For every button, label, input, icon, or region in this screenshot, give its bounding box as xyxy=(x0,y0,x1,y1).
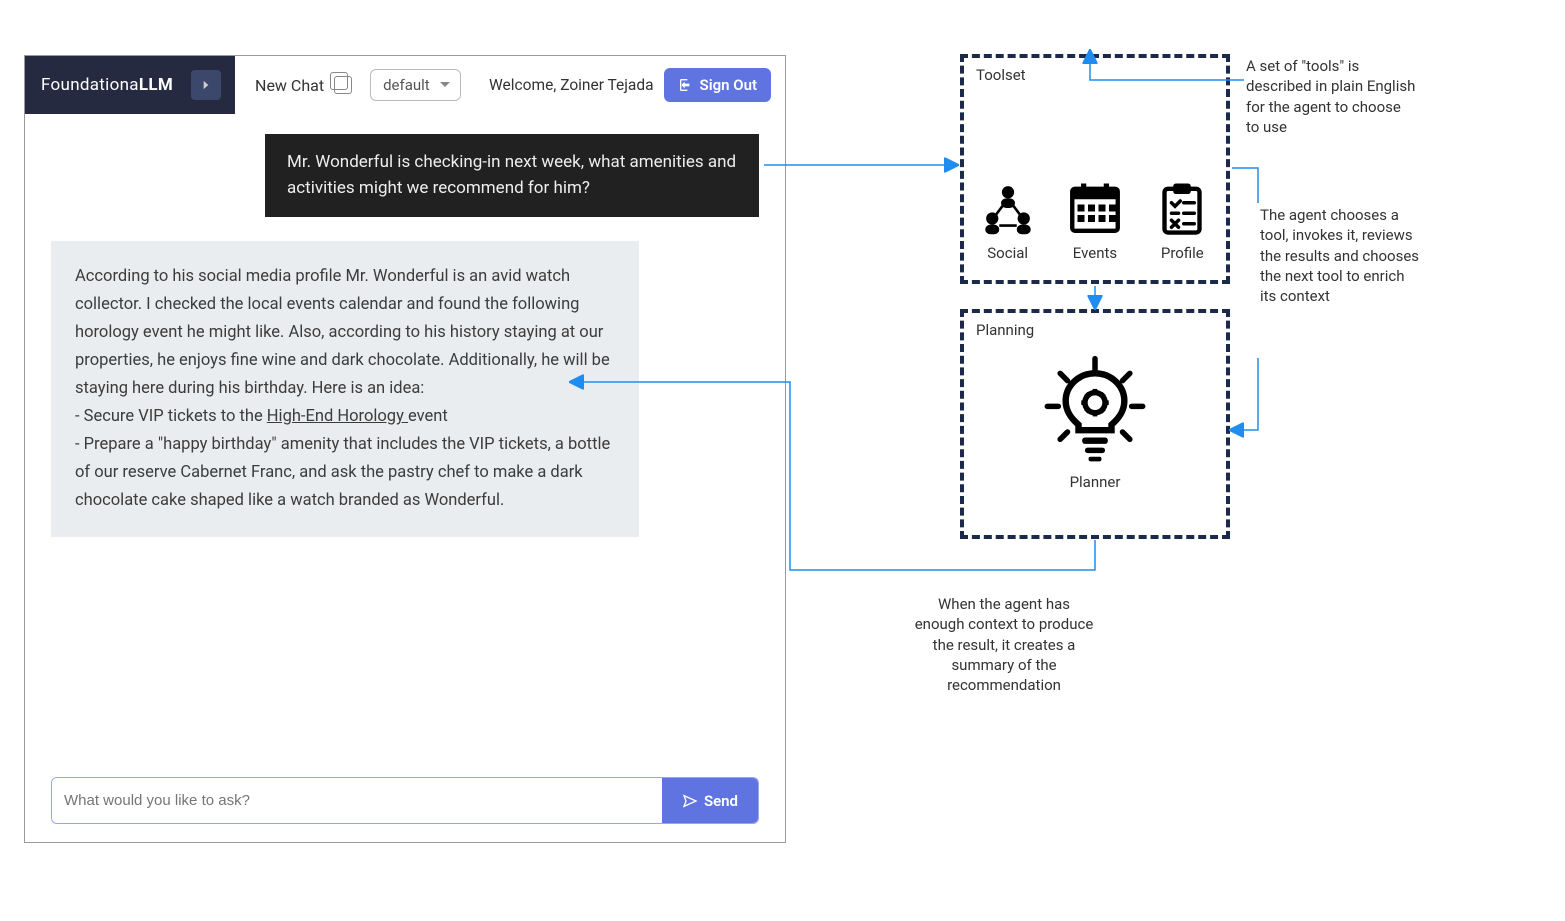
collapse-sidebar-button[interactable] xyxy=(191,70,221,100)
caption-result: When the agent has enough context to pro… xyxy=(914,594,1094,695)
tool-events: Events xyxy=(1067,180,1123,262)
assistant-line1c: event xyxy=(408,407,448,426)
caption-loop: The agent chooses a tool, invokes it, re… xyxy=(1260,205,1420,306)
send-icon xyxy=(682,793,698,809)
caption-toolset: A set of "tools" is described in plain E… xyxy=(1246,56,1416,137)
tool-social: Social xyxy=(980,180,1036,262)
calendar-icon xyxy=(1067,180,1123,236)
tool-events-label: Events xyxy=(1073,244,1117,262)
tools-row: Social Events xyxy=(964,180,1226,262)
topbar-right: New Chat default Welcome, Zoiner Tejada … xyxy=(235,68,785,102)
assistant-line2: - Prepare a "happy birthday" amenity tha… xyxy=(75,435,610,510)
chat-input[interactable] xyxy=(52,778,662,823)
planner-label: Planner xyxy=(1070,473,1121,491)
signout-button[interactable]: Sign Out xyxy=(664,68,771,102)
tool-profile: Profile xyxy=(1154,180,1210,262)
social-icon xyxy=(980,180,1036,236)
agent-dropdown[interactable]: default xyxy=(370,69,461,101)
user-message: Mr. Wonderful is checking-in next week, … xyxy=(265,134,759,217)
toolset-label: Toolset xyxy=(976,66,1026,84)
signout-label: Sign Out xyxy=(700,76,757,94)
dropdown-value: default xyxy=(383,76,430,94)
arrow-right-icon xyxy=(199,78,213,92)
assistant-line1a: - Secure VIP tickets to the xyxy=(75,407,267,426)
tool-profile-label: Profile xyxy=(1161,244,1204,262)
assistant-message: According to his social media profile Mr… xyxy=(51,241,639,537)
chat-window: FoundationaLLM New Chat default Welcome,… xyxy=(24,55,786,843)
planning-box: Planning Planner xyxy=(960,309,1230,539)
send-button[interactable]: Send xyxy=(662,778,758,823)
tool-social-label: Social xyxy=(987,244,1028,262)
brand-prefix: Foundationa xyxy=(41,75,139,95)
new-chat-button[interactable]: New Chat xyxy=(255,76,324,95)
welcome-text: Welcome, Zoiner Tejada xyxy=(489,76,654,94)
chat-input-row: Send xyxy=(51,777,759,824)
brand-bold: LLM xyxy=(139,75,173,95)
lightbulb-gear-icon xyxy=(1040,355,1150,465)
clipboard-icon xyxy=(1154,180,1210,236)
brand: FoundationaLLM xyxy=(25,56,235,114)
chat-body: Mr. Wonderful is checking-in next week, … xyxy=(25,114,785,537)
assistant-intro: According to his social media profile Mr… xyxy=(75,267,610,398)
planning-label: Planning xyxy=(976,321,1034,339)
planner: Planner xyxy=(964,355,1226,491)
copy-icon[interactable] xyxy=(334,76,352,94)
horology-link[interactable]: High-End Horology xyxy=(267,407,408,426)
send-label: Send xyxy=(704,792,738,810)
topbar: FoundationaLLM New Chat default Welcome,… xyxy=(25,56,785,114)
signout-icon xyxy=(678,77,694,93)
toolset-box: Toolset Social xyxy=(960,54,1230,284)
